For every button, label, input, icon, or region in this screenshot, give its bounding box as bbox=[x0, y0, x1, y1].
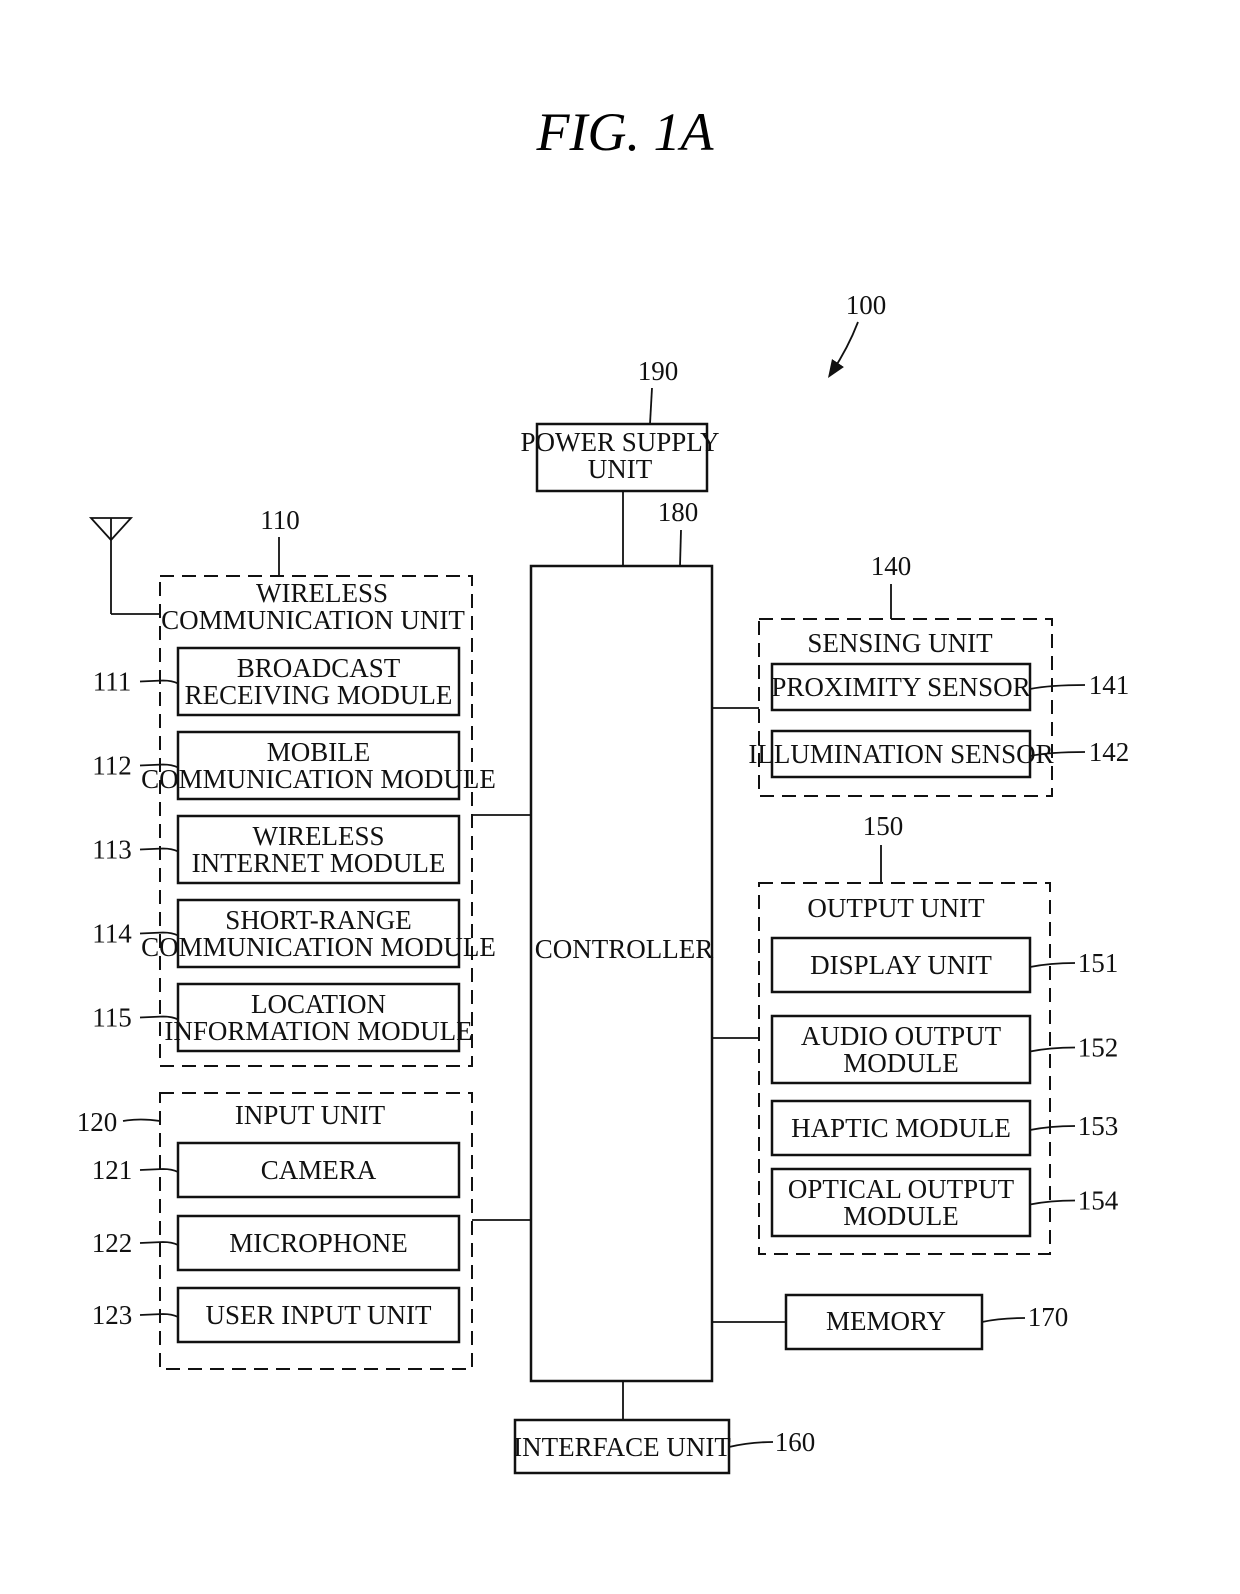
output-module-label: MODULE bbox=[843, 1048, 959, 1078]
input-module-ref: 122 bbox=[92, 1228, 133, 1258]
power-supply-label-line2: UNIT bbox=[588, 454, 653, 484]
power-supply-label-line1: POWER SUPPLY bbox=[520, 427, 719, 457]
power-supply-ref: 190 bbox=[638, 356, 679, 386]
wireless-module-ref: 113 bbox=[92, 835, 132, 865]
input-unit-ref: 120 bbox=[77, 1107, 118, 1137]
controller-box bbox=[529, 564, 714, 1383]
input-module-ref: 123 bbox=[92, 1300, 133, 1330]
wireless-module-label: INTERNET MODULE bbox=[192, 848, 446, 878]
input-module: USER INPUT UNIT 123 bbox=[92, 1286, 461, 1344]
input-module-label: MICROPHONE bbox=[229, 1228, 408, 1258]
output-unit-label: OUTPUT UNIT bbox=[807, 893, 985, 923]
wireless-module: LOCATIONINFORMATION MODULE 115 bbox=[92, 982, 473, 1053]
sensing-module-ref: 141 bbox=[1089, 670, 1130, 700]
sensing-module-leader bbox=[1029, 684, 1086, 690]
sensing-modules: PROXIMITY SENSOR 141 ILLUMINATION SENSOR 14… bbox=[748, 662, 1130, 779]
memory-leader bbox=[981, 1317, 1026, 1323]
interface-unit-ref: 160 bbox=[775, 1427, 816, 1457]
wireless-unit-label-line1: WIRELESS bbox=[256, 578, 388, 608]
input-module-label: USER INPUT UNIT bbox=[205, 1300, 432, 1330]
sensing-module: PROXIMITY SENSOR 141 bbox=[770, 662, 1130, 712]
output-module-label: MODULE bbox=[843, 1201, 959, 1231]
interface-unit-label: INTERFACE UNIT bbox=[513, 1432, 731, 1462]
output-module: HAPTIC MODULE 153 bbox=[770, 1099, 1119, 1157]
sensing-unit-label: SENSING UNIT bbox=[807, 628, 993, 658]
output-module-leader bbox=[1029, 962, 1076, 968]
wireless-module-label: LOCATION bbox=[251, 989, 386, 1019]
output-module-leader bbox=[1029, 1199, 1076, 1206]
controller-label: CONTROLLER bbox=[535, 934, 714, 964]
wireless-module-label: SHORT-RANGE bbox=[225, 905, 411, 935]
wireless-module-label: COMMUNICATION MODULE bbox=[141, 932, 496, 962]
device-ref-arrow bbox=[828, 321, 859, 378]
wireless-module-ref: 114 bbox=[92, 919, 132, 949]
output-unit-ref: 150 bbox=[863, 811, 904, 841]
wireless-module: SHORT-RANGECOMMUNICATION MODULE 114 bbox=[92, 898, 496, 969]
output-module-label: AUDIO OUTPUT bbox=[801, 1021, 1002, 1051]
wireless-module: BROADCASTRECEIVING MODULE 111 bbox=[93, 646, 461, 717]
output-module-ref: 154 bbox=[1078, 1186, 1119, 1216]
wireless-module-label: WIRELESS bbox=[253, 821, 385, 851]
antenna-icon bbox=[88, 517, 160, 615]
output-modules: DISPLAY UNIT 151AUDIO OUTPUTMODULE152HAPT… bbox=[770, 936, 1119, 1238]
output-module-label: HAPTIC MODULE bbox=[791, 1113, 1011, 1143]
wireless-module-ref: 115 bbox=[92, 1003, 132, 1033]
sensing-module-ref: 142 bbox=[1089, 737, 1130, 767]
output-module-ref: 151 bbox=[1078, 948, 1119, 978]
input-unit-leader bbox=[122, 1118, 161, 1122]
power-supply-leader bbox=[649, 387, 653, 425]
wireless-unit-ref: 110 bbox=[260, 505, 300, 535]
figure-title: FIG. 1A bbox=[536, 102, 715, 162]
sensing-unit-ref: 140 bbox=[871, 551, 912, 581]
wireless-module-ref: 112 bbox=[92, 751, 132, 781]
input-module-leader bbox=[139, 1168, 179, 1173]
wireless-module-label: BROADCAST bbox=[237, 653, 401, 683]
wireless-module-ref: 111 bbox=[93, 667, 132, 697]
input-modules: CAMERA 121 MICROPHONE 122 USER INPUT UNIT 123 bbox=[92, 1141, 461, 1344]
controller-leader bbox=[679, 529, 682, 567]
wireless-unit-label-line2: COMMUNICATION UNIT bbox=[161, 605, 465, 635]
wireless-module: WIRELESSINTERNET MODULE 113 bbox=[92, 814, 461, 885]
sensing-module-label: PROXIMITY SENSOR bbox=[771, 672, 1030, 702]
input-module-label: CAMERA bbox=[261, 1155, 377, 1185]
output-module: OPTICAL OUTPUTMODULE 154 bbox=[770, 1167, 1119, 1238]
memory-ref: 170 bbox=[1028, 1302, 1069, 1332]
interface-unit-leader bbox=[728, 1441, 774, 1448]
input-module: CAMERA 121 bbox=[92, 1141, 461, 1199]
device-ref-label: 100 bbox=[846, 290, 887, 320]
input-module-ref: 121 bbox=[92, 1155, 133, 1185]
controller-ref: 180 bbox=[658, 497, 699, 527]
sensing-module-label: ILLUMINATION SENSOR bbox=[748, 739, 1053, 769]
output-module: DISPLAY UNIT 151 bbox=[770, 936, 1119, 994]
sensing-module: ILLUMINATION SENSOR 142 bbox=[748, 729, 1130, 779]
wireless-module-label: MOBILE bbox=[267, 737, 371, 767]
input-unit-label: INPUT UNIT bbox=[235, 1100, 386, 1130]
wireless-module: MOBILECOMMUNICATION MODULE 112 bbox=[92, 730, 496, 801]
output-module-leader bbox=[1029, 1125, 1076, 1131]
output-module-label: OPTICAL OUTPUT bbox=[788, 1174, 1015, 1204]
output-module-leader bbox=[1029, 1046, 1076, 1053]
memory-label: MEMORY bbox=[826, 1306, 946, 1336]
output-module-ref: 153 bbox=[1078, 1111, 1119, 1141]
output-module-label: DISPLAY UNIT bbox=[810, 950, 992, 980]
wireless-module-label: RECEIVING MODULE bbox=[185, 680, 453, 710]
output-module-ref: 152 bbox=[1078, 1033, 1119, 1063]
wireless-module-label: INFORMATION MODULE bbox=[164, 1016, 472, 1046]
wireless-modules: BROADCASTRECEIVING MODULE111MOBILECOMMUN… bbox=[92, 646, 496, 1053]
block-diagram: FIG. 1A 100 190 POWER SUPPLY UNIT 180 CO… bbox=[77, 102, 1130, 1475]
wireless-module-label: COMMUNICATION MODULE bbox=[141, 764, 496, 794]
input-module: MICROPHONE 122 bbox=[92, 1214, 461, 1272]
output-module: AUDIO OUTPUTMODULE 152 bbox=[770, 1014, 1119, 1085]
